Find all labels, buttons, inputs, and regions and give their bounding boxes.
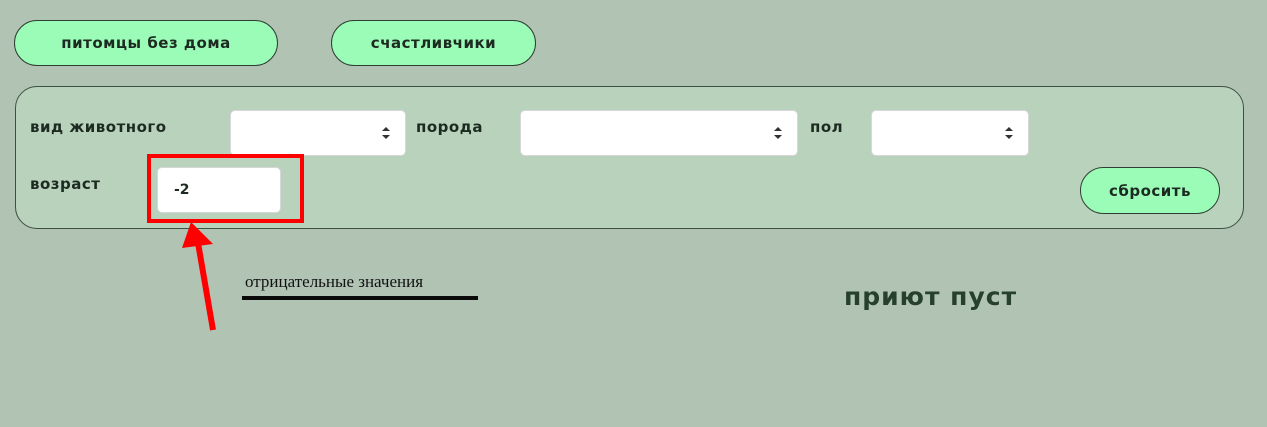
annotation-highlight-box	[147, 154, 304, 223]
breed-select[interactable]	[520, 110, 798, 156]
animal-type-select[interactable]	[230, 110, 406, 156]
annotation-text: отрицательные значения	[245, 272, 424, 291]
tab-homeless-pets-label: питомцы без дома	[61, 34, 231, 52]
annotation-arrow-icon	[182, 222, 216, 331]
sex-select[interactable]	[871, 110, 1029, 156]
animal-type-label: вид животного	[30, 118, 167, 136]
select-arrows-icon	[774, 127, 782, 139]
age-label: возраст	[30, 175, 101, 193]
sex-label: пол	[810, 118, 844, 136]
select-arrows-icon	[1005, 127, 1013, 139]
reset-button-label: сбросить	[1109, 181, 1191, 200]
tab-lucky-ones-label: счастливчики	[370, 34, 497, 52]
annotation-underline	[242, 296, 478, 300]
empty-shelter-message: приют пуст	[844, 282, 1018, 311]
tab-homeless-pets[interactable]: питомцы без дома	[14, 20, 278, 66]
reset-button[interactable]: сбросить	[1080, 167, 1220, 214]
select-arrows-icon	[382, 127, 390, 139]
tab-lucky-ones[interactable]: счастливчики	[331, 20, 536, 66]
breed-label: порода	[416, 118, 483, 136]
